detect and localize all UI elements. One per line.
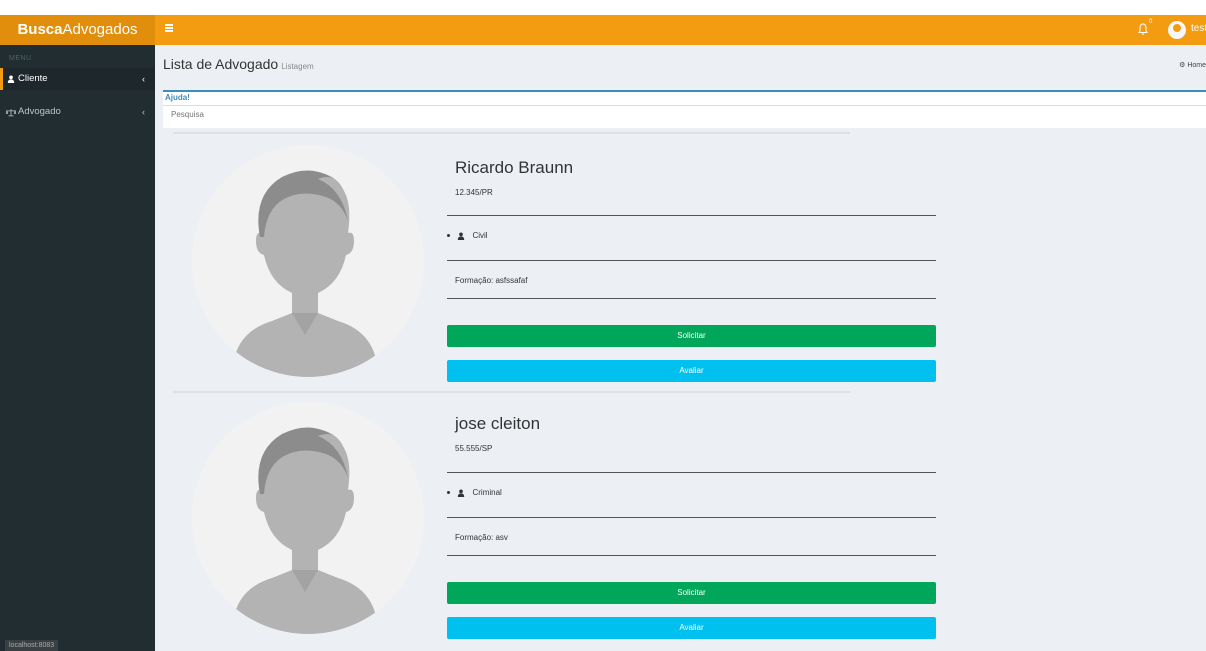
page-subtitle: Listagem (281, 62, 314, 71)
page-title: Lista de Advogado Listagem (163, 56, 314, 72)
sidebar: MENU Cliente ‹ Advogado ‹ localhost:8083 (0, 45, 155, 651)
divider (447, 555, 936, 556)
user-avatar[interactable] (1168, 21, 1186, 39)
person-silhouette-icon (232, 427, 378, 634)
sidebar-menu-header: MENU (9, 55, 32, 62)
help-title: Ajuda! (165, 93, 190, 102)
dashboard-icon: ⚙ (1179, 62, 1186, 69)
breadcrumb[interactable]: ⚙ Home (1179, 61, 1206, 69)
solicitar-button[interactable]: Solicitar (447, 325, 936, 347)
divider (447, 298, 936, 299)
lawyer-registration: 12.345/PR (455, 188, 493, 197)
sidebar-item-advogado[interactable]: Advogado ‹ (0, 101, 155, 123)
lawyer-avatar (192, 402, 424, 634)
sidebar-item-cliente[interactable]: Cliente ‹ (0, 68, 155, 90)
user-name[interactable]: teste (1191, 23, 1206, 34)
lawyer-name: jose cleiton (455, 414, 541, 433)
user-icon (7, 75, 15, 83)
sidebar-item-label: Cliente (18, 73, 48, 84)
lawyer-area: Civil (447, 231, 488, 240)
notification-count-badge: 0 (1149, 19, 1153, 25)
lawyer-area: Criminal (447, 488, 502, 497)
sidebar-item-label: Advogado (18, 106, 61, 117)
status-bar-url: localhost:8083 (5, 640, 59, 651)
divider (447, 517, 936, 518)
card-separator (173, 132, 850, 134)
lawyer-registration: 55.555/SP (455, 444, 493, 453)
lawyer-education: Formação: asv (455, 533, 508, 542)
card-separator (173, 391, 850, 393)
chevron-left-icon: ‹ (142, 107, 145, 117)
chevron-left-icon: ‹ (142, 74, 145, 84)
breadcrumb-home[interactable]: Home (1187, 62, 1206, 69)
user-icon (458, 232, 465, 240)
notification-bell-icon[interactable] (1136, 22, 1150, 36)
search-input[interactable] (171, 110, 571, 119)
divider (163, 105, 1206, 106)
lawyer-avatar (192, 145, 424, 377)
user-icon (458, 489, 465, 497)
main-content: Lista de Advogado Listagem ⚙ Home Ajuda! … (155, 45, 1206, 651)
lawyer-education: Formação: asfssafaf (455, 276, 528, 285)
solicitar-button[interactable]: Solicitar (447, 582, 936, 604)
top-navbar: BuscaAdvogados 0 teste (0, 15, 1206, 45)
sidebar-toggle-icon[interactable] (165, 24, 173, 32)
divider (447, 260, 936, 261)
avaliar-button[interactable]: Avaliar (447, 360, 936, 382)
lawyer-name: Ricardo Braunn (455, 158, 574, 177)
divider (447, 215, 936, 216)
balance-scale-icon (6, 109, 16, 117)
app-logo[interactable]: BuscaAdvogados (0, 15, 155, 45)
person-silhouette-icon (232, 170, 378, 377)
avaliar-button[interactable]: Avaliar (447, 617, 936, 639)
divider (447, 472, 936, 473)
help-box: Ajuda! (163, 90, 1206, 128)
